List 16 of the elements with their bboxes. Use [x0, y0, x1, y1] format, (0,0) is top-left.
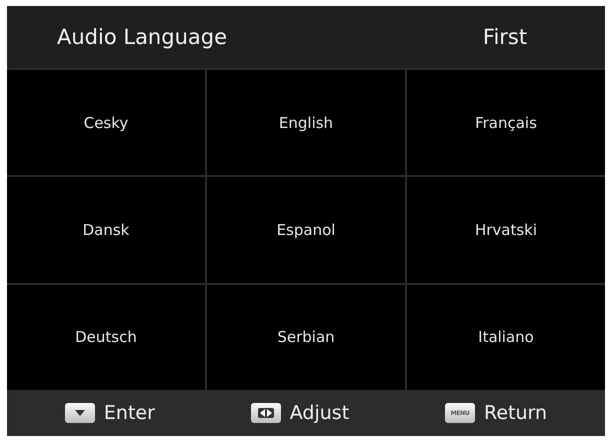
language-option[interactable]: Cesky: [7, 70, 205, 176]
language-option[interactable]: Serbian: [207, 284, 405, 390]
language-option[interactable]: Dansk: [7, 177, 205, 283]
language-option[interactable]: Italiano: [407, 284, 605, 390]
down-key-icon: [64, 403, 95, 423]
menu-title: Audio Language: [56, 25, 228, 49]
setting-value: First: [482, 25, 528, 49]
hint-label: Enter: [104, 402, 155, 424]
left-right-key-icon: [250, 403, 281, 423]
language-option[interactable]: Hrvatski: [407, 177, 605, 283]
language-option[interactable]: English: [207, 70, 405, 176]
hint-label: Return: [484, 402, 548, 424]
language-option[interactable]: Français: [407, 70, 605, 176]
language-option[interactable]: Espanol: [207, 177, 405, 283]
language-option[interactable]: Deutsch: [7, 284, 205, 390]
hint-label: Adjust: [290, 402, 350, 424]
